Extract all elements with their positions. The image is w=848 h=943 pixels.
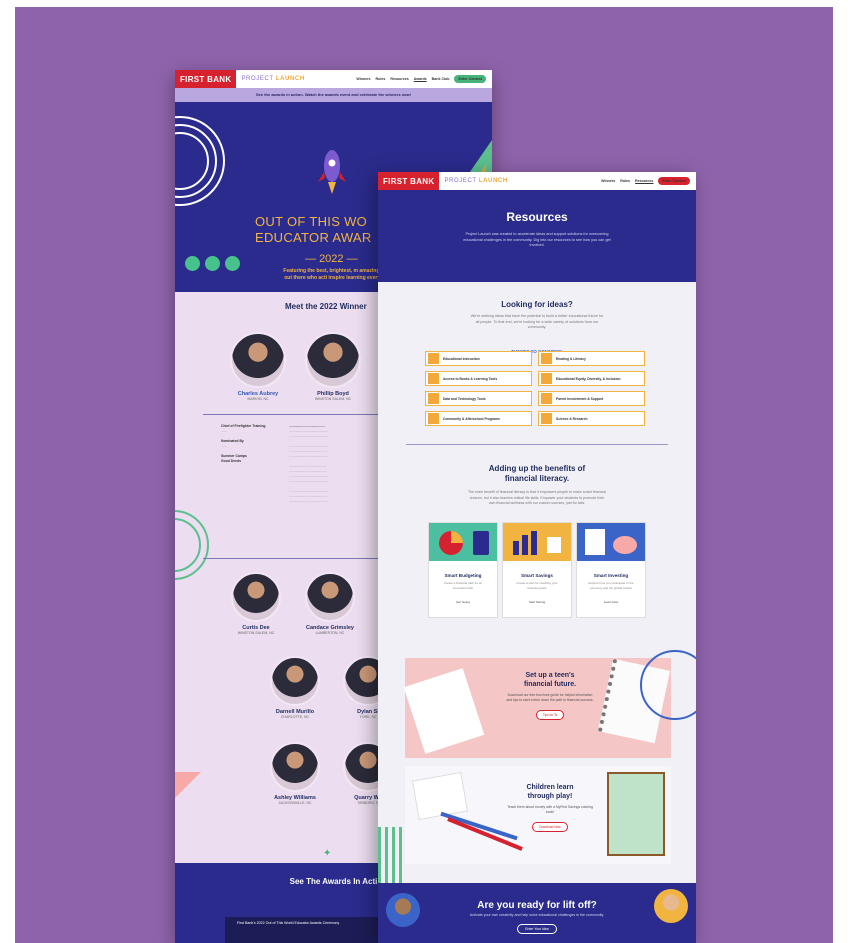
download-button[interactable]: Download Now <box>532 822 568 832</box>
course-card[interactable]: Smart Savings Create a plan for reaching… <box>502 522 572 618</box>
theme-item[interactable]: Data and Technology Tools <box>425 391 532 406</box>
sparkle-icon: ✦ <box>323 848 332 859</box>
navbar: FIRST BANK PROJECT LAUNCH Winners Rules … <box>378 172 696 190</box>
lightbulb-icon <box>541 393 552 404</box>
ideas-title: Looking for ideas? <box>501 300 573 309</box>
awards-title: OUT OF THIS WO EDUCATOR AWAR <box>255 214 372 245</box>
financial-cards: Smart Budgeting Create a financial path … <box>428 522 646 618</box>
financial-literacy-section: Adding up the benefits of financial liter… <box>378 464 696 507</box>
course-card[interactable]: Smart Budgeting Create a financial path … <box>428 522 498 618</box>
coloring-book-illustration <box>607 772 665 856</box>
budgeting-illustration <box>429 523 497 561</box>
theme-item[interactable]: Science & Research <box>538 411 645 426</box>
theme-item[interactable]: Community & Afterschool Programs <box>425 411 532 426</box>
nav-winners[interactable]: Winners <box>356 77 370 81</box>
enter-contest-button[interactable]: Enter Contest <box>454 75 486 83</box>
dot-decoration <box>185 256 240 271</box>
card-link[interactable]: Learn How <box>577 600 645 604</box>
navbar: FIRST BANK PROJECT LAUNCH Winners Rules … <box>175 70 492 88</box>
winner-card[interactable]: Curtis Dee WINSTON-SALEM, NC <box>231 572 281 635</box>
project-launch-logo[interactable]: PROJECT LAUNCH <box>241 76 304 82</box>
winner-card[interactable]: Darnell Murillo CHARLOTTE, NC <box>270 656 320 719</box>
theme-item[interactable]: Educational Instruction <box>425 351 532 366</box>
winner-card[interactable]: Phillip Boyd WINSTON SALEM, NC <box>305 332 361 401</box>
stripe-decoration <box>378 827 402 883</box>
ideas-description: We're seeking ideas that have the potent… <box>470 314 604 329</box>
winner-card[interactable]: Ashley Williams JACKSONVILLE, NC <box>270 742 320 805</box>
avatar <box>305 572 355 622</box>
avatar <box>270 656 320 706</box>
rocket-icon <box>318 150 346 194</box>
play-description: Teach them about money with a MyFirst Sa… <box>507 805 593 814</box>
enter-contest-button[interactable]: Enter Contest <box>658 177 690 185</box>
child-astronaut-avatar <box>654 889 688 923</box>
nav-resources[interactable]: Resources <box>390 77 408 81</box>
resources-hero: Resources Project Launch was created to … <box>378 190 696 282</box>
play-title: Children learn through play! <box>526 784 574 800</box>
teen-tips-button[interactable]: Tips for Ts <box>535 710 565 720</box>
video-title: First Bank's 2022 Out of This World Educ… <box>237 921 340 925</box>
lightbulb-icon <box>541 413 552 424</box>
lightbulb-icon <box>541 373 552 384</box>
brand-logo[interactable]: FIRST BANK <box>378 172 440 190</box>
card-link[interactable]: Get Going <box>429 600 497 604</box>
brochure-illustration <box>403 668 485 754</box>
divider <box>406 444 668 445</box>
resources-page-screenshot: FIRST BANK PROJECT LAUNCH Winners Rules … <box>378 172 696 943</box>
winners-title: Meet the 2022 Winner <box>285 302 367 311</box>
awards-tagline: Featuring the best, brightest, m amazing… <box>283 268 393 281</box>
nav-bank-club[interactable]: Bank Club <box>432 77 450 81</box>
lift-title: Are you ready for lift off? <box>477 900 597 911</box>
theme-item[interactable]: Parent Involvement & Support <box>538 391 645 406</box>
lightbulb-icon <box>428 413 439 424</box>
divider <box>203 558 403 559</box>
lightbulb-icon <box>541 353 552 364</box>
avatar <box>230 332 286 388</box>
child-astronaut-avatar <box>386 893 420 927</box>
nav-awards[interactable]: Awards <box>414 77 427 81</box>
nav-resources[interactable]: Resources <box>635 179 653 183</box>
financial-description: The main benefit of financial literacy i… <box>467 490 607 505</box>
theme-item[interactable]: Access to Books & Learning Tools <box>425 371 532 386</box>
investing-illustration <box>577 523 645 561</box>
financial-title: Adding up the benefits of financial liter… <box>488 464 586 483</box>
themes-grid: Educational Instruction Reading & Litera… <box>425 351 645 426</box>
nav-winners[interactable]: Winners <box>601 179 615 183</box>
teen-guide-banner: Set up a teen's financial future. Downloa… <box>403 658 671 758</box>
lift-description: Activate your own creativity and help so… <box>469 913 605 917</box>
card-link[interactable]: Start Saving <box>503 600 571 604</box>
ideas-section: Looking for ideas? We're seeking ideas t… <box>378 300 696 354</box>
lightbulb-icon <box>428 393 439 404</box>
course-card[interactable]: Smart Investing Explore how you particip… <box>576 522 646 618</box>
nav-rules[interactable]: Rules <box>376 77 386 81</box>
lightbulb-icon <box>428 373 439 384</box>
awards-year: — 2022 — <box>305 253 358 265</box>
winner-card[interactable]: Charles Aubrey MARION, NC <box>230 332 286 401</box>
theme-item[interactable]: Educational Equity, Diversity, & Inclusi… <box>538 371 645 386</box>
avatar <box>231 572 281 622</box>
resources-title: Resources <box>506 210 568 224</box>
project-launch-logo[interactable]: PROJECT LAUNCH <box>444 178 507 184</box>
teen-title: Set up a teen's financial future. <box>523 672 577 688</box>
winner-detail-sidebar: Chief of Firefighter Training...... Nomin… <box>221 424 266 463</box>
winner-card[interactable]: Candace Grimsley LUMBERTON, NC <box>305 572 355 635</box>
winner-detail-text: ........................................… <box>289 424 329 503</box>
resources-description: Project Launch was created to accelerate… <box>463 232 611 247</box>
video-player[interactable]: First Bank's 2022 Out of This World Educ… <box>225 917 395 943</box>
savings-illustration <box>503 523 571 561</box>
avatar <box>305 332 361 388</box>
lift-off-cta: Are you ready for lift off? Activate you… <box>378 883 696 943</box>
avatar <box>270 742 320 792</box>
divider <box>203 414 403 415</box>
enter-idea-button[interactable]: Enter Your Idea <box>517 924 557 934</box>
teen-description: Download our free brochure guide for hel… <box>506 693 594 702</box>
coloring-book-banner: Children learn through play! Teach them a… <box>405 766 671 864</box>
lightbulb-icon <box>428 353 439 364</box>
brand-logo[interactable]: FIRST BANK <box>175 70 237 88</box>
triangle-decoration <box>175 772 201 798</box>
theme-item[interactable]: Reading & Literacy <box>538 351 645 366</box>
announcement-banner[interactable]: See the awards in action. Watch the awar… <box>175 88 492 102</box>
nav-rules[interactable]: Rules <box>620 179 630 183</box>
